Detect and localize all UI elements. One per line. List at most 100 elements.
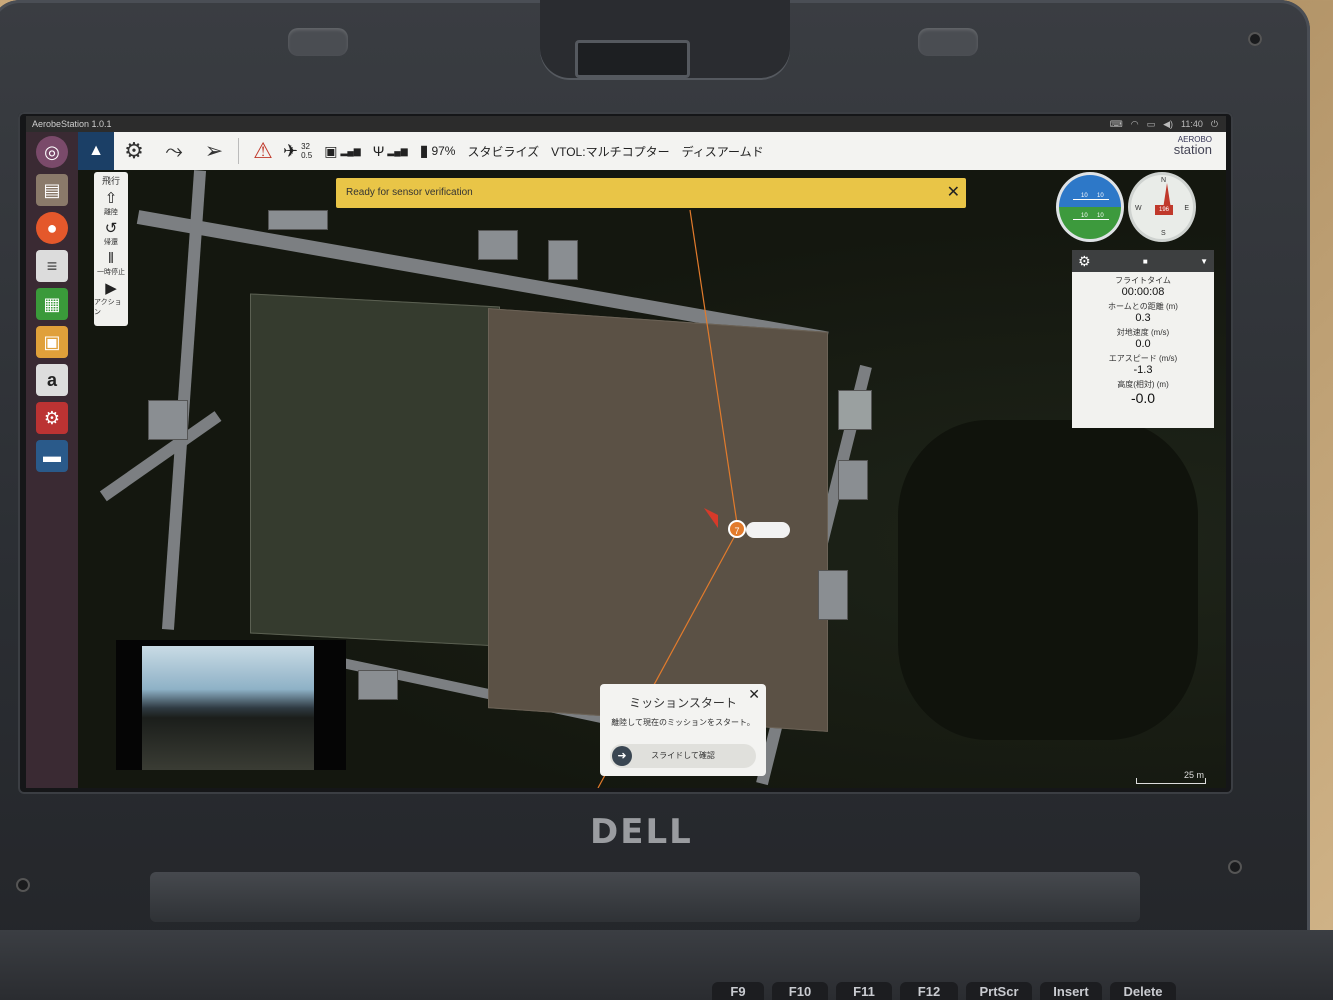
- camera-preview[interactable]: [116, 640, 346, 770]
- drone-label: [746, 522, 790, 538]
- files-icon[interactable]: ▤: [36, 174, 68, 206]
- map-view[interactable]: 7 Ready for sensor verification ✕ 飛行 ⇧ 離…: [78, 170, 1226, 788]
- rc-transmitter-icon: ▣: [324, 142, 338, 159]
- map-building: [548, 240, 578, 280]
- battery-status[interactable]: ▮ 97%: [420, 141, 456, 161]
- notice-bar: Ready for sensor verification ✕: [336, 178, 966, 208]
- drone-marker[interactable]: 7: [728, 520, 746, 538]
- takeoff-label: 離陸: [104, 209, 118, 216]
- os-topbar: AerobeStation 1.0.1 ⌨ ◠ ▭ ◀) 11:40 ⏻: [26, 116, 1226, 132]
- action-panel-title: 飛行: [101, 176, 120, 186]
- map-building: [838, 460, 868, 500]
- slide-to-confirm[interactable]: ➜ スライドして確認: [610, 744, 756, 768]
- map-scale-bar: [1136, 778, 1206, 784]
- arm-state[interactable]: ディスアームド: [682, 143, 764, 160]
- close-icon[interactable]: ✕: [748, 686, 760, 703]
- writer-icon[interactable]: ≡: [36, 250, 68, 282]
- close-icon[interactable]: ✕: [947, 178, 960, 208]
- settings-icon[interactable]: ⚙: [36, 402, 68, 434]
- arrow-right-icon[interactable]: ➜: [612, 746, 632, 766]
- gps-status[interactable]: ✈ 32 0.5: [283, 141, 312, 162]
- rc-signal[interactable]: ▣ ▂▄▆: [324, 143, 360, 160]
- battery-icon: ▮: [419, 143, 429, 160]
- attitude-indicator: 10 10 10 10: [1056, 172, 1124, 242]
- calc-icon[interactable]: ▦: [36, 288, 68, 320]
- keyboard-icon[interactable]: ⌨: [1110, 116, 1123, 132]
- airspeed-value: -1.3: [1133, 364, 1153, 376]
- telemetry-row: フライトタイム 00:00:08: [1072, 272, 1214, 298]
- clock[interactable]: 11:40: [1181, 116, 1203, 132]
- return-label: 帰還: [104, 239, 118, 246]
- map-building: [148, 400, 188, 440]
- antenna-icon: Ψ: [372, 143, 385, 159]
- brand-bottom: station: [1173, 142, 1212, 157]
- camera-feed-image: [142, 646, 314, 770]
- os-launcher: ◎ ▤ ● ≡ ▦ ▣ a ⚙ ▬: [26, 132, 78, 788]
- key-insert[interactable]: Insert: [1040, 982, 1102, 1000]
- airspeed-label: エアスピード (m/s): [1108, 354, 1178, 363]
- telemetry-row: エアスピード (m/s) -1.3: [1072, 350, 1214, 376]
- lid-latch: [575, 40, 690, 78]
- action-button[interactable]: ▶ アクション: [94, 281, 128, 317]
- play-icon: ▶: [105, 280, 117, 297]
- settings-gears-icon[interactable]: ⚙: [114, 132, 154, 170]
- signal-bars-icon: ▂▄▆: [387, 145, 408, 156]
- volume-icon[interactable]: ◀): [1163, 116, 1173, 132]
- wifi-icon[interactable]: ◠: [1131, 116, 1139, 132]
- action-panel: 飛行 ⇧ 離陸 ↺ 帰還 ‖ 一時停止 ▶ アクション: [94, 172, 128, 326]
- laptop-hinge: [150, 872, 1140, 922]
- pitch-lower-label: 10: [1081, 213, 1088, 219]
- dash-icon[interactable]: ◎: [36, 136, 68, 168]
- key-f10[interactable]: F10: [772, 982, 828, 1000]
- screen: AerobeStation 1.0.1 ⌨ ◠ ▭ ◀) 11:40 ⏻ ◎ ▤…: [26, 116, 1226, 788]
- map-building: [268, 210, 328, 230]
- slider-label: スライドして確認: [651, 751, 715, 760]
- takeoff-button[interactable]: ⇧ 離陸: [104, 191, 118, 217]
- plan-route-icon[interactable]: ⤳: [154, 132, 194, 170]
- telemetry-signal[interactable]: Ψ ▂▄▆: [373, 143, 408, 159]
- satellite-icon: ✈: [283, 140, 299, 161]
- screw: [1228, 860, 1242, 874]
- brand-logo: AEROBO station: [1173, 135, 1212, 157]
- mission-title: ミッションスタート: [629, 696, 737, 710]
- flight-time-label: フライトタイム: [1115, 276, 1171, 285]
- telemetry-header: ⚙ ■ ▼: [1072, 250, 1214, 272]
- map-forest: [898, 420, 1198, 740]
- key-f9[interactable]: F9: [712, 982, 764, 1000]
- screw: [1248, 32, 1262, 46]
- toolbar-divider: [238, 138, 239, 164]
- notice-message: Ready for sensor verification: [346, 187, 473, 198]
- firefox-icon[interactable]: ●: [36, 212, 68, 244]
- altitude-label: 高度(相対) (m): [1117, 380, 1169, 389]
- return-icon: ↺: [104, 220, 118, 237]
- lid-bumper-left: [288, 28, 348, 56]
- return-button[interactable]: ↺ 帰還: [104, 221, 118, 247]
- warning-icon[interactable]: ⚠: [243, 132, 283, 170]
- flight-time-value: 00:00:08: [1121, 286, 1165, 298]
- home-distance-label: ホームとの距離 (m): [1108, 302, 1178, 311]
- mission-description: 離陸して現在のミッションをスタート。: [611, 718, 755, 727]
- chevron-down-icon[interactable]: ▼: [1200, 257, 1208, 266]
- aerobostation-icon[interactable]: ▬: [36, 440, 68, 472]
- pitch-line: [1073, 219, 1109, 220]
- app-logo-icon[interactable]: ▲: [78, 132, 114, 170]
- signal-bars-icon: ▂▄▆: [340, 145, 361, 156]
- key-delete[interactable]: Delete: [1110, 982, 1176, 1000]
- compass: N E S W 196: [1128, 172, 1196, 242]
- impress-icon[interactable]: ▣: [36, 326, 68, 358]
- key-f12[interactable]: F12: [900, 982, 958, 1000]
- amazon-icon[interactable]: a: [36, 364, 68, 396]
- pause-label: 一時停止: [97, 269, 125, 276]
- battery-icon[interactable]: ▭: [1147, 116, 1156, 132]
- fly-paper-plane-icon[interactable]: ➢: [194, 132, 234, 170]
- flight-mode[interactable]: スタビライズ: [467, 143, 539, 160]
- pause-button[interactable]: ‖ 一時停止: [97, 251, 125, 277]
- heading-value: 196: [1155, 205, 1173, 215]
- gear-icon[interactable]: ⚙: [1078, 253, 1091, 270]
- key-f11[interactable]: F11: [836, 982, 892, 1000]
- key-prtscr[interactable]: PrtScr: [966, 982, 1032, 1000]
- window-title: AerobeStation 1.0.1: [32, 119, 112, 129]
- power-icon[interactable]: ⏻: [1211, 116, 1218, 132]
- mission-start-dialog: ✕ ミッションスタート 離陸して現在のミッションをスタート。 ➜ スライドして確…: [600, 684, 766, 776]
- pause-icon: ‖: [107, 250, 115, 267]
